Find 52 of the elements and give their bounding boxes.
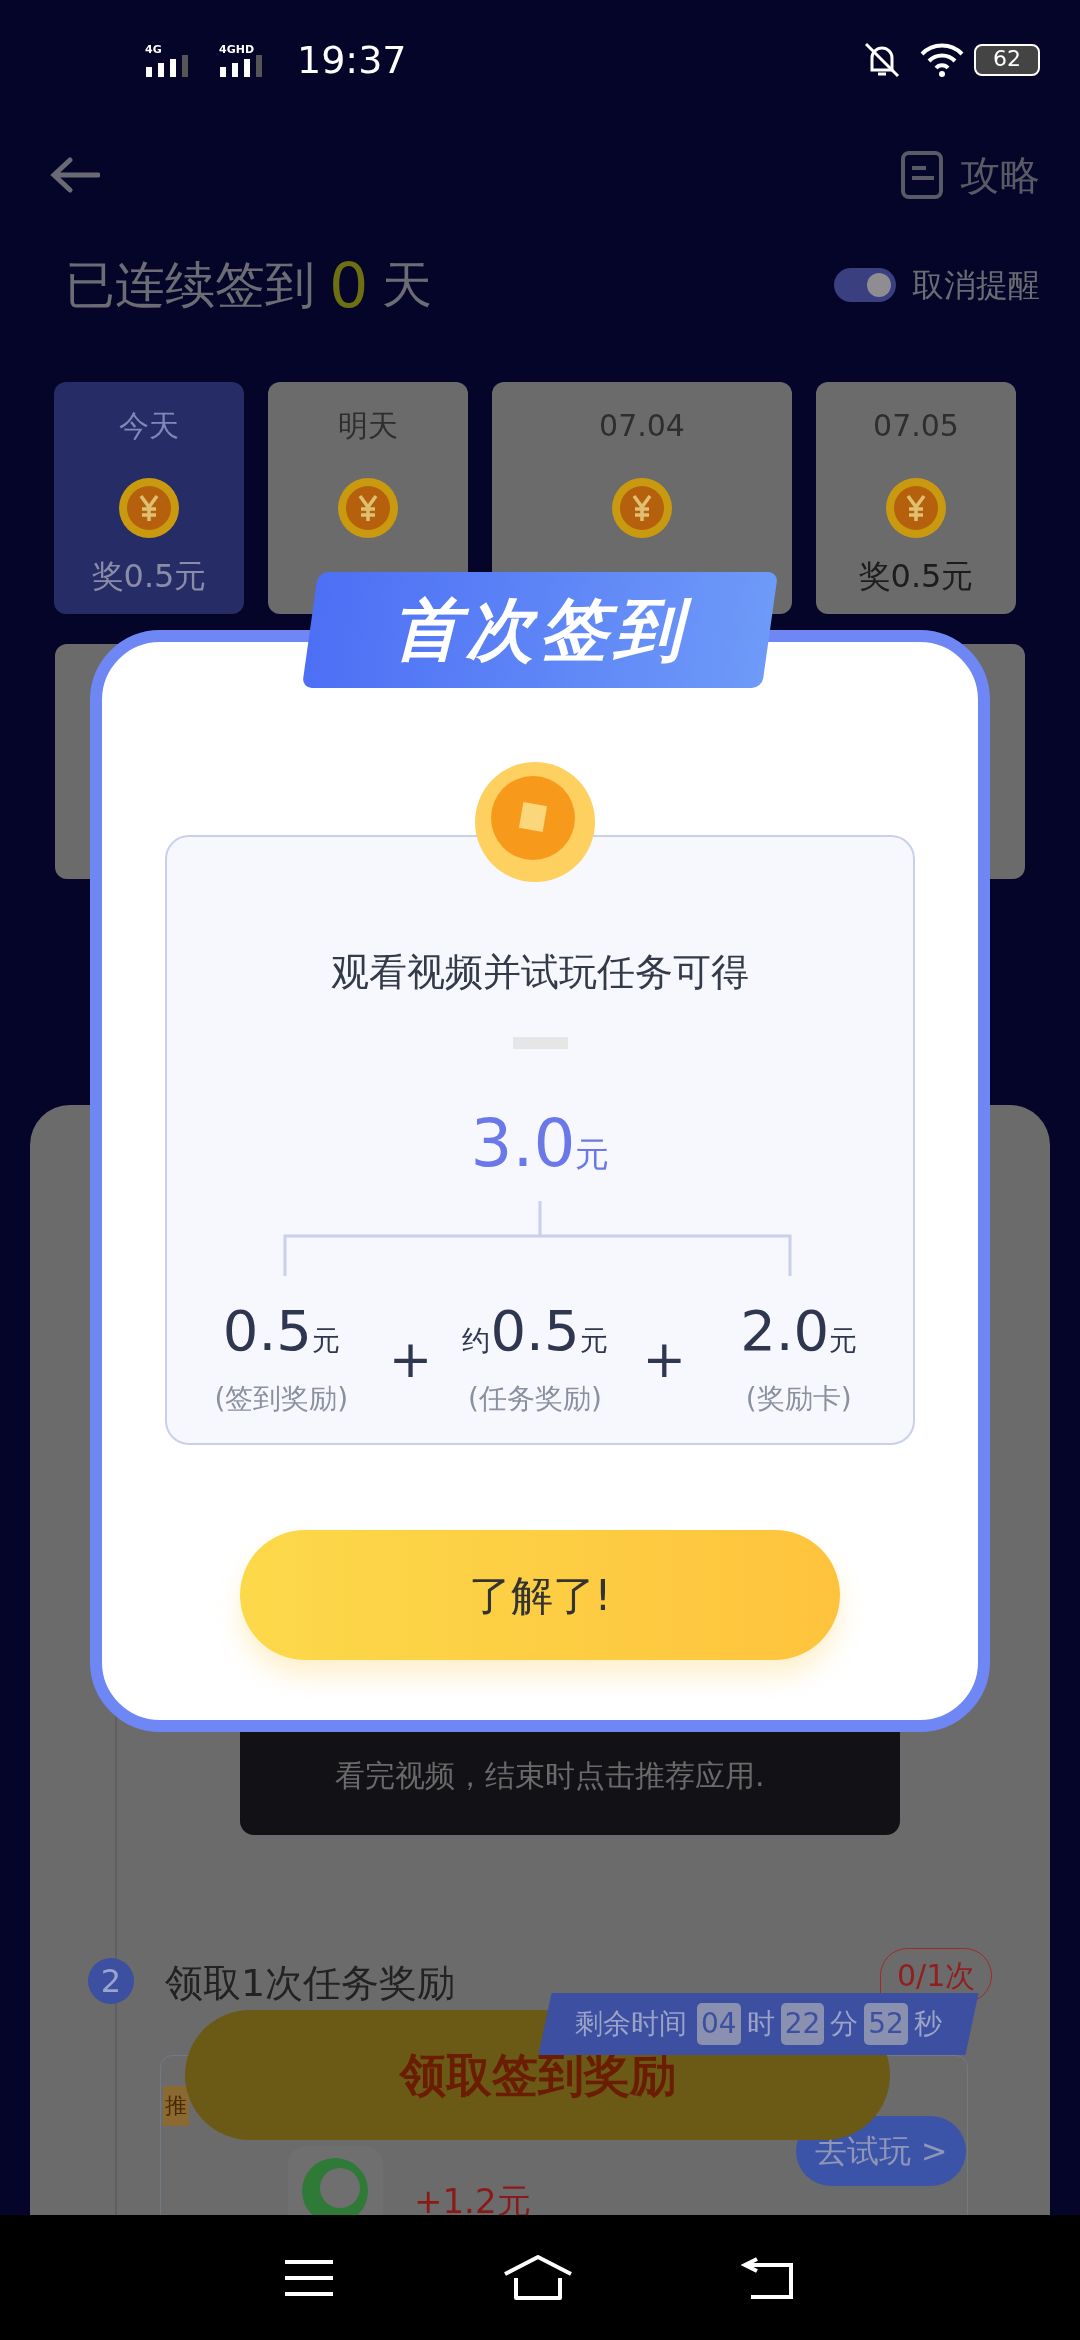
confirm-button[interactable]: 了解了!: [240, 1530, 840, 1660]
yen-coin-icon: [884, 476, 948, 540]
countdown-value: 04: [697, 2003, 741, 2045]
network-type-label: 4GHD: [219, 43, 256, 55]
yen-coin-icon: [117, 476, 181, 540]
step-title: 领取1次任务奖励: [165, 1960, 456, 2007]
recommend-ribbon: 推: [163, 2086, 189, 2126]
day-label: 明天: [338, 407, 398, 445]
reminder-toggle[interactable]: [834, 268, 896, 302]
home-icon[interactable]: [502, 2253, 574, 2302]
reminder-label: 取消提醒: [912, 265, 1040, 306]
part-label: (任务奖励): [468, 1381, 602, 1417]
day-reward: 奖0.5元: [858, 556, 974, 597]
part-label: (奖励卡): [745, 1381, 852, 1417]
part-unit: 元: [311, 1324, 340, 1357]
day-card[interactable]: 07.05 奖0.5元: [816, 382, 1016, 614]
dialog-subtitle: 观看视频并试玩任务可得: [331, 949, 749, 996]
amount-prefix: 约: [462, 1324, 491, 1357]
coin-icon: [473, 760, 598, 885]
day-card[interactable]: 今天 奖0.5元: [54, 382, 244, 614]
countdown-value: 52: [864, 2003, 908, 2045]
video-caption: 看完视频，结束时点击推荐应用.: [335, 1757, 765, 1795]
day-label: 今天: [119, 407, 179, 445]
battery-indicator: 62: [974, 44, 1040, 76]
streak-label: 已连续签到: [65, 254, 315, 316]
part-unit: 元: [829, 1324, 858, 1357]
part-label: (签到奖励): [214, 1381, 349, 1417]
countdown-unit: 秒: [913, 2006, 942, 2042]
plus-sign: +: [395, 1327, 426, 1391]
bell-off-icon: [862, 40, 902, 80]
part-amount: 0.5: [222, 1298, 312, 1363]
total-amount: 3.0: [470, 1105, 576, 1182]
status-time: 19:37: [297, 36, 407, 84]
back-arrow-icon[interactable]: [50, 157, 100, 193]
streak-count: 0: [329, 247, 369, 324]
network-type-label: 4G: [145, 43, 163, 55]
guide-link[interactable]: 攻略: [960, 145, 1040, 205]
menu-icon[interactable]: [283, 2257, 336, 2298]
day-label: 07.05: [873, 407, 959, 445]
yen-coin-icon: [610, 476, 674, 540]
countdown-value: 22: [780, 2003, 825, 2045]
day-reward: 奖0.5元: [91, 556, 207, 597]
plus-sign: +: [644, 1327, 685, 1391]
streak-unit: 天: [382, 254, 433, 316]
day-label: 07.04: [599, 407, 685, 445]
part-unit: 元: [579, 1324, 608, 1357]
part-amount: 2.0: [740, 1298, 830, 1363]
step-number: 2: [88, 1958, 134, 2004]
yen-coin-icon: [336, 476, 400, 540]
document-icon[interactable]: [900, 150, 944, 200]
part-amount: 0.5: [490, 1298, 580, 1363]
total-unit: 元: [575, 1134, 610, 1174]
